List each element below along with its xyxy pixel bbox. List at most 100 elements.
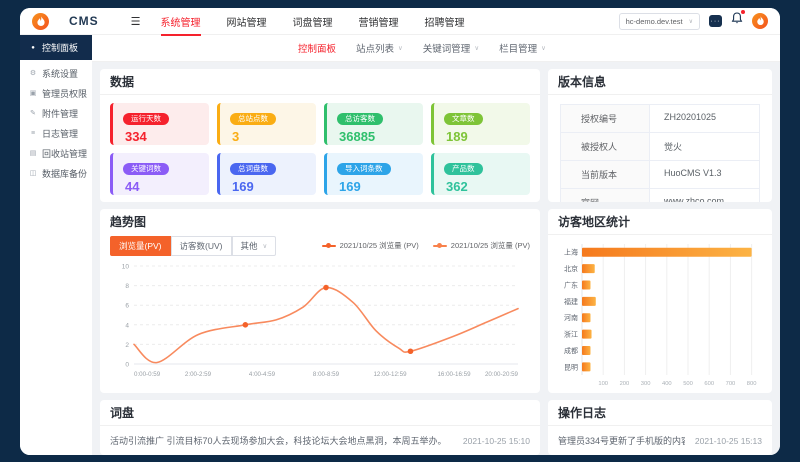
chevron-down-icon: ∨ [689,18,693,25]
svg-text:0: 0 [125,362,129,369]
svg-text:16:00-16:59: 16:00-16:59 [437,371,471,378]
legend-item[interactable]: 2021/10/25 浏览量 (PV) [433,240,530,251]
stat-articles: 文章数 189 [431,103,530,145]
svg-text:河南: 河南 [564,313,578,322]
svg-text:4: 4 [125,322,129,329]
topbar-right-cluster: hc-demo.dev.test ∨ ··· [619,12,768,30]
main-area: ● 控制面板 ⚙ 系统设置 ▣ 管理员权限 ✎ 附件管理 ≡ 日志管理 ▤ 回收… [20,35,780,455]
pv-button[interactable]: 浏览量(PV) [110,236,171,256]
sidebar-collapse-icon[interactable]: ☰ [131,15,141,28]
table-row: 被授权人 觉火 [561,132,759,160]
chevron-down-icon: ∨ [474,44,479,52]
stats-grid: 运行天数 334 总站点数 3 总访客数 36885 [100,95,540,202]
svg-text:20:00-20:59: 20:00-20:59 [485,371,519,378]
chevron-down-icon: ∨ [398,44,403,52]
nav-item-recruit[interactable]: 招聘管理 [425,8,465,36]
log-text: 管理员334号更新了手机版的内容。 [558,434,685,447]
flame-glyph [36,16,46,27]
svg-text:2:00-2:59: 2:00-2:59 [185,371,212,378]
svg-text:10: 10 [122,264,130,271]
tab-dashboard[interactable]: 控制面板 [298,41,336,55]
svg-text:8: 8 [125,283,129,290]
legend-item[interactable]: 2021/10/25 浏览量 (PV) [322,240,419,251]
visitor-regions-card: 访客地区统计 100200300400500600700800上海北京广东福建河… [548,209,772,393]
chevron-down-icon: ∨ [263,242,268,250]
stat-total-visitors: 总访客数 36885 [324,103,423,145]
list-item[interactable]: 活动引流推广 引流目标70人去现场参加大会，科技论坛大会地点黑洞，本周五举办。 … [100,426,540,455]
environment-select[interactable]: hc-demo.dev.test ∨ [619,13,700,30]
svg-text:300: 300 [641,381,651,387]
stats-card: 数据 运行天数 334 总站点数 3 [100,69,540,202]
stats-card-title: 数据 [100,69,540,94]
operation-log-card: 操作日志 管理员334号更新了手机版的内容。 2021-10-25 15:13 [548,400,772,455]
sidebar-item-logs[interactable]: ≡ 日志管理 [20,123,92,143]
brand-text: CMS [69,14,99,28]
other-dropdown[interactable]: 其他 ∨ [232,236,277,256]
stat-running-days: 运行天数 334 [110,103,209,145]
sidebar-item-system-settings[interactable]: ⚙ 系统设置 [20,63,92,83]
svg-text:广东: 广东 [564,280,578,289]
brand-flame-icon [32,13,49,30]
tab-column-management[interactable]: 栏目管理 ∨ [499,41,546,55]
svg-text:北京: 北京 [564,264,578,273]
table-row: 当前版本 HuoCMS V1.3 [561,160,759,188]
stat-value: 169 [232,179,308,194]
stat-badge: 产品数 [444,163,483,176]
nav-item-system[interactable]: 系统管理 [161,8,201,36]
svg-text:成都: 成都 [564,346,578,355]
recycle-icon: ▤ [29,149,37,157]
list-item[interactable]: 管理员334号更新了手机版的内容。 2021-10-25 15:13 [548,426,772,455]
svg-text:500: 500 [683,381,693,387]
sidebar-item-dashboard[interactable]: ● 控制面板 [20,35,92,60]
notice-text: 活动引流推广 引流目标70人去现场参加大会，科技论坛大会地点黑洞，本周五举办。 [110,434,447,447]
nav-item-marketing[interactable]: 营销管理 [359,8,399,36]
nav-item-website[interactable]: 网站管理 [227,8,267,36]
nav-item-wordbank[interactable]: 词盘管理 [293,8,333,36]
tab-keyword-management[interactable]: 关键词管理 ∨ [423,41,479,55]
notification-badge [741,10,745,14]
trend-legend: 2021/10/25 浏览量 (PV) 2021/10/25 浏览量 (PV) [322,240,530,251]
visitor-regions-bar-chart: 100200300400500600700800上海北京广东福建河南浙江成都昆明 [552,239,768,393]
log-list-icon: ≡ [29,130,37,137]
divider [548,94,772,95]
stat-keywords: 关键词数 44 [110,153,209,195]
tab-site-list[interactable]: 站点列表 ∨ [356,41,403,55]
sidebar-item-recycle-bin[interactable]: ▤ 回收站管理 [20,143,92,163]
user-avatar[interactable] [752,13,768,29]
database-icon: ◫ [29,169,37,177]
trend-controls: 浏览量(PV) 访客数(UV) 其他 ∨ 2021/10/25 浏览量 ( [100,234,540,256]
legend-marker-icon [433,245,447,247]
stat-wordbanks: 总词盘数 169 [217,153,316,195]
uv-button[interactable]: 访客数(UV) [171,236,232,256]
attachment-icon: ✎ [29,109,37,117]
trend-card: 趋势图 浏览量(PV) 访客数(UV) 其他 ∨ [100,209,540,393]
svg-text:800: 800 [747,381,757,387]
stat-value: 189 [446,129,522,144]
stat-total-sites: 总站点数 3 [217,103,316,145]
table-row: 授权编号 ZH20201025 [561,105,759,132]
sidebar-item-admin-permissions[interactable]: ▣ 管理员权限 [20,83,92,103]
stat-value: 3 [232,129,308,144]
trend-card-title: 趋势图 [100,209,540,234]
svg-text:2: 2 [125,342,129,349]
sidebar: ● 控制面板 ⚙ 系统设置 ▣ 管理员权限 ✎ 附件管理 ≡ 日志管理 ▤ 回收… [20,35,92,455]
svg-text:700: 700 [726,381,736,387]
notifications-bell-icon[interactable] [731,12,743,30]
version-card-title: 版本信息 [548,69,772,94]
wordbank-card-title: 词盘 [100,400,540,425]
messages-icon[interactable]: ··· [709,15,722,27]
gear-icon: ⚙ [29,69,37,77]
svg-text:12:00-12:59: 12:00-12:59 [373,371,407,378]
permissions-icon: ▣ [29,89,37,97]
legend-marker-icon [322,245,336,247]
stat-badge: 总站点数 [230,113,276,126]
region-bar-chart-svg: 100200300400500600700800上海北京广东福建河南浙江成都昆明 [552,239,764,389]
sidebar-item-attachments[interactable]: ✎ 附件管理 [20,103,92,123]
bell-glyph [731,12,743,25]
notice-date: 2021-10-25 15:10 [463,436,530,446]
svg-text:福建: 福建 [564,297,578,306]
divider [548,234,772,235]
stat-badge: 导入词条数 [337,163,391,176]
sidebar-item-db-backup[interactable]: ◫ 数据库备份 [20,163,92,183]
visitor-regions-title: 访客地区统计 [548,209,772,234]
